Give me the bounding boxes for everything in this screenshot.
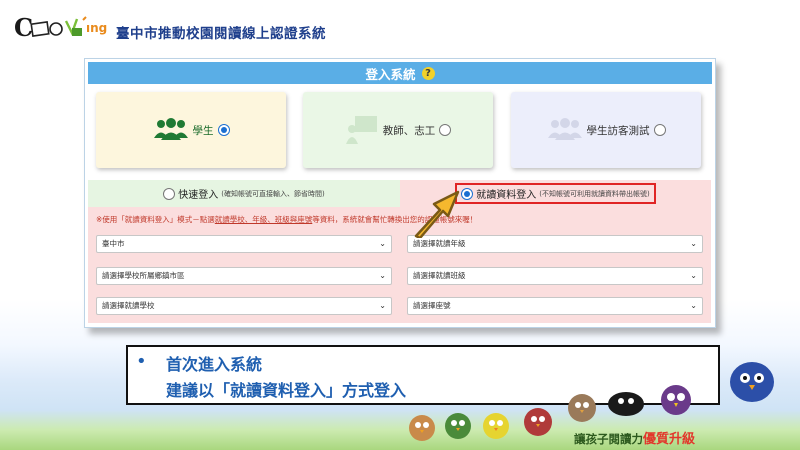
students-icon [153, 118, 188, 140]
notice-underlined: 就讀學校、年級、班級與座號 [214, 215, 313, 224]
chevron-down-icon: ⌄ [690, 271, 697, 280]
teacher-board-icon [345, 116, 377, 144]
class-select[interactable]: 請選擇就讀班級 ⌄ [407, 267, 703, 285]
slogan: 讓孩子閱讀力優質升級 [574, 428, 695, 447]
slogan-highlight: 優質升級 [643, 432, 696, 447]
svg-text:C: C [14, 13, 33, 42]
pointer-arrow-icon [414, 190, 460, 238]
mode-label-quick: 快速登入 [178, 190, 219, 201]
seat-select[interactable]: 請選擇座號 ⌄ [407, 297, 703, 315]
role-radio-guest[interactable] [653, 124, 666, 136]
mode-school-highlight: 就讀資料登入 (不知帳號可利用就讀資料帶出帳號) [455, 183, 656, 204]
mode-label-school: 就讀資料登入 [476, 190, 537, 201]
guests-icon [547, 118, 582, 140]
chevron-down-icon: ⌄ [379, 239, 386, 248]
bullet-glyph: • [136, 351, 147, 372]
bird-mascot [568, 394, 596, 422]
role-radio-student[interactable] [217, 124, 230, 136]
district-select-value: 請選擇學校所屬鄉鎮市區 [102, 271, 185, 280]
bird-mascot [524, 408, 552, 436]
district-select[interactable]: 請選擇學校所屬鄉鎮市區 ⌄ [96, 267, 392, 285]
notice-prefix: ※使用「就讀資料登入」模式－點選 [96, 215, 215, 224]
bird-mascot [661, 385, 691, 415]
mode-note-school: (不知帳號可利用就讀資料帶出帳號) [539, 189, 650, 198]
bird-mascot [483, 413, 509, 439]
callout-line-2: 建議以「就讀資料登入」方式登入 [166, 381, 407, 400]
chevron-down-icon: ⌄ [379, 271, 386, 280]
role-label-teacher: 教師、志工 [382, 124, 436, 137]
bird-mascot [608, 392, 644, 416]
role-card-teacher[interactable]: 教師、志工 [303, 92, 493, 168]
role-radio-teacher[interactable] [439, 124, 452, 136]
role-label-guest: 學生訪客測試 [586, 124, 650, 137]
school-select[interactable]: 請選擇就讀學校 ⌄ [96, 297, 392, 315]
login-panel: 登入系統 ? 學生 教師、志工 學生訪客測試 快速登入 (確知帳號可直接輸入、節… [84, 58, 716, 328]
site-title: 臺中市推動校園閱讀線上認證系統 [116, 26, 326, 42]
role-card-guest[interactable]: 學生訪客測試 [511, 92, 701, 168]
city-select[interactable]: 臺中市 ⌄ [96, 235, 392, 253]
seat-select-value: 請選擇座號 [413, 301, 451, 310]
callout-line-1: 首次進入系統 [166, 355, 263, 374]
login-title: 登入系統 [365, 66, 416, 82]
mode-radio-quick[interactable] [163, 187, 176, 200]
svg-text:ıng: ıng [86, 21, 107, 35]
chevron-down-icon: ⌄ [690, 239, 697, 248]
bird-mascot [730, 362, 774, 402]
chevron-down-icon: ⌄ [379, 301, 386, 310]
bird-mascot [445, 413, 471, 439]
city-select-value: 臺中市 [102, 239, 125, 248]
school-select-value: 請選擇就讀學校 [102, 301, 155, 310]
coming-logo: C ıng [14, 13, 107, 42]
mode-quick-login[interactable]: 快速登入 (確知帳號可直接輸入、節省時間) [88, 180, 400, 207]
role-label-student: 學生 [192, 124, 214, 137]
chevron-down-icon: ⌄ [690, 301, 697, 310]
slogan-main: 讓孩子閱讀力 [574, 432, 643, 446]
help-icon[interactable]: ? [421, 66, 435, 80]
mode-note-quick: (確知帳號可直接輸入、節省時間) [221, 189, 325, 198]
grade-select-value: 請選擇就讀年級 [413, 239, 466, 248]
school-data-form: ※使用「就讀資料登入」模式－點選就讀學校、年級、班級與座號等資料，系統就會幫忙轉… [88, 207, 711, 323]
role-card-student[interactable]: 學生 [96, 92, 286, 168]
bird-mascot [409, 415, 435, 441]
class-select-value: 請選擇就讀班級 [413, 271, 466, 280]
login-panel-header: 登入系統 ? [88, 62, 712, 84]
